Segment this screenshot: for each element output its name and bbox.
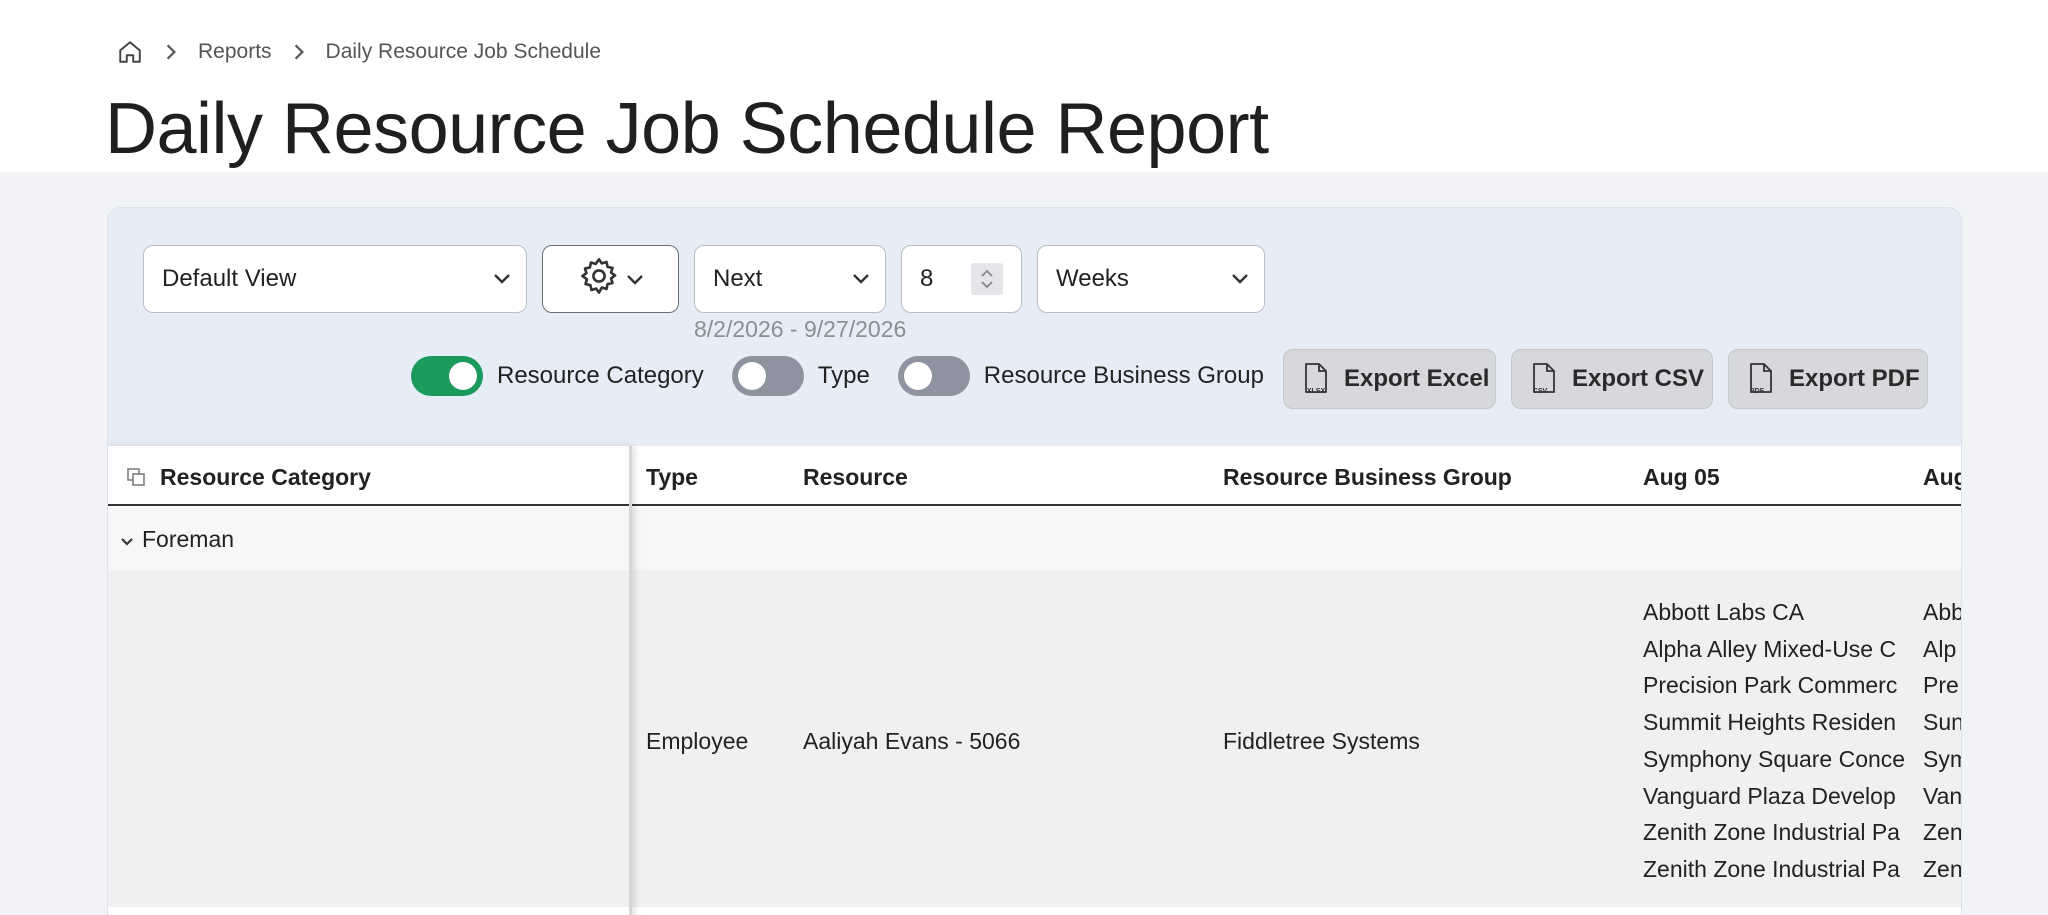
job-entry: Zen bbox=[1923, 855, 1962, 882]
toggle-type[interactable]: Type bbox=[731, 356, 870, 396]
export-excel-button[interactable]: XLSX Export Excel bbox=[1283, 349, 1496, 409]
cell-type: Employee bbox=[646, 728, 749, 754]
settings-dropdown-button[interactable] bbox=[542, 245, 679, 313]
pinned-column-divider bbox=[108, 446, 632, 915]
toggle-label: Type bbox=[817, 362, 870, 389]
breadcrumb-current: Daily Resource Job Schedule bbox=[325, 40, 602, 63]
job-entry: Alp bbox=[1923, 635, 1957, 662]
column-header-business-group[interactable]: Resource Business Group bbox=[1223, 464, 1512, 491]
period-count-value: 8 bbox=[920, 265, 934, 292]
export-label: Export Excel bbox=[1344, 365, 1490, 392]
job-entry: Precision Park Commerc bbox=[1643, 672, 1898, 699]
job-entry: Abbott Labs CA bbox=[1643, 599, 1805, 625]
chevron-right-icon bbox=[164, 43, 178, 61]
toggle-switch-on[interactable] bbox=[411, 356, 483, 396]
job-entry: Alpha Alley Mixed-Use C bbox=[1643, 635, 1897, 662]
job-entry: Symphony Square Conce bbox=[1643, 745, 1906, 772]
date-range-text: 8/2/2026 - 9/27/2026 bbox=[694, 316, 907, 342]
file-xlsx-icon-text: XLSX bbox=[1307, 388, 1326, 395]
export-pdf-button[interactable]: PDF Export PDF bbox=[1728, 349, 1928, 409]
column-header-aug-05[interactable]: Aug 05 bbox=[1643, 464, 1720, 491]
export-csv-button[interactable]: CSV Export CSV bbox=[1511, 349, 1713, 409]
view-select[interactable]: Default View bbox=[143, 245, 527, 313]
job-entry: Sym bbox=[1923, 745, 1961, 772]
report-panel: Default View Next 8 Weeks 8/2/2026 - 9/2… bbox=[107, 207, 1962, 915]
unit-select[interactable]: Weeks bbox=[1037, 245, 1265, 313]
chevron-down-icon bbox=[837, 273, 885, 285]
job-entry: Summit Heights Residen bbox=[1643, 709, 1897, 736]
page-header: Reports Daily Resource Job Schedule Dail… bbox=[0, 0, 2048, 172]
export-label: Export CSV bbox=[1572, 365, 1705, 392]
cell-aug-05-jobs: Abbott Labs CA Alpha Alley Mixed-Use C P… bbox=[1643, 594, 1911, 888]
export-label: Export PDF bbox=[1789, 365, 1920, 392]
unit-select-value: Weeks bbox=[1056, 265, 1129, 292]
period-count-input[interactable]: 8 bbox=[901, 245, 1022, 313]
job-entry: Van bbox=[1923, 782, 1962, 809]
chevron-down-icon bbox=[1216, 273, 1264, 285]
page-title: Daily Resource Job Schedule Report bbox=[105, 89, 1269, 169]
view-select-value: Default View bbox=[162, 265, 297, 292]
cell-resource: Aaliyah Evans - 5066 bbox=[803, 728, 1021, 754]
file-pdf-icon: PDF bbox=[1741, 362, 1781, 396]
job-entry: Zenith Zone Industrial Pa bbox=[1643, 819, 1900, 846]
job-entry: Abb bbox=[1923, 599, 1962, 625]
toggle-resource-business-group[interactable]: Resource Business Group bbox=[897, 356, 1264, 396]
file-pdf-icon-text: PDF bbox=[1750, 388, 1765, 395]
job-entry: Pre bbox=[1923, 672, 1959, 699]
cell-business-group: Fiddletree Systems bbox=[1223, 728, 1420, 754]
column-header-type[interactable]: Type bbox=[646, 464, 698, 491]
toggle-switch-off[interactable] bbox=[731, 356, 804, 396]
toggle-switch-off[interactable] bbox=[897, 356, 970, 396]
home-icon[interactable] bbox=[116, 38, 144, 66]
gear-icon bbox=[578, 255, 620, 304]
job-entry: Sun bbox=[1923, 709, 1962, 736]
breadcrumb: Reports Daily Resource Job Schedule bbox=[116, 38, 601, 66]
chevron-down-icon bbox=[626, 265, 644, 293]
file-csv-icon: CSV bbox=[1524, 362, 1564, 396]
job-entry: Vanguard Plaza Develop bbox=[1643, 782, 1896, 809]
toggle-label: Resource Category bbox=[497, 362, 704, 389]
chevron-right-icon bbox=[292, 43, 306, 61]
column-header-resource[interactable]: Resource bbox=[803, 464, 908, 491]
cell-aug-next-jobs: Abb Alp Pre Sun Sym Van Zen Zen bbox=[1923, 594, 1962, 888]
toggle-label: Resource Business Group bbox=[983, 362, 1264, 389]
file-xlsx-icon: XLSX bbox=[1296, 362, 1336, 396]
job-entry: Zenith Zone Industrial Pa bbox=[1643, 855, 1900, 882]
report-grid: Resource Category Type Resource Resource… bbox=[108, 446, 1962, 915]
chevron-down-icon bbox=[478, 273, 526, 285]
period-select-value: Next bbox=[713, 265, 763, 292]
breadcrumb-reports[interactable]: Reports bbox=[198, 40, 272, 64]
column-header-aug-next[interactable]: Aug bbox=[1923, 464, 1961, 491]
job-entry: Zen bbox=[1923, 819, 1962, 846]
grouping-toggles: Resource Category Type Resource Business… bbox=[411, 356, 1292, 396]
stepper-icon[interactable] bbox=[971, 263, 1003, 295]
file-csv-icon-text: CSV bbox=[1533, 388, 1548, 395]
toggle-resource-category[interactable]: Resource Category bbox=[411, 356, 704, 396]
period-select[interactable]: Next bbox=[694, 245, 886, 313]
